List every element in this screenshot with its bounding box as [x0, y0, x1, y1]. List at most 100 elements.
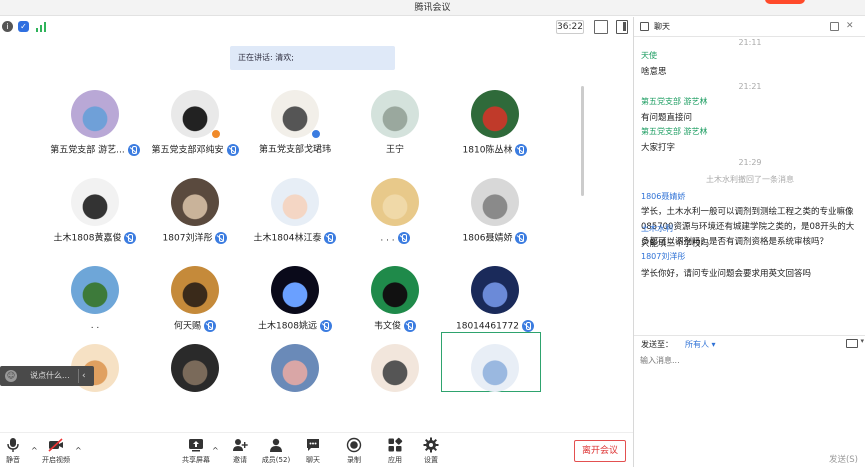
chat-messages[interactable]: 21:11 天使 啥意思 21:21 第五党支部 游艺林 有问题直接问 第五党支部 游艺林大… — [634, 37, 865, 337]
system-message: 土木水利撤回了一条消息 — [706, 175, 794, 184]
participant-name: 1810陈丛林 — [462, 145, 513, 156]
participant-avatar — [171, 178, 219, 226]
participant-avatar — [371, 178, 419, 226]
participant-tile[interactable] — [345, 338, 445, 418]
say-something-box[interactable]: ☺ 说点什么... ‹ — [0, 366, 94, 386]
participant-avatar — [371, 90, 419, 138]
message-timestamp: 21:21 — [738, 82, 762, 91]
start-video-button[interactable]: 开启视频 — [36, 437, 76, 467]
meeting-window: 腾讯会议 i ✓ 36:22 正在讲话: 清欢; 第五党支部 游艺... 第五党支… — [0, 0, 865, 467]
participant-tile[interactable]: 何天赐 — [145, 260, 245, 340]
message-sender: 1807刘洋彤 — [641, 252, 686, 261]
share-screen-button[interactable]: 共享屏幕 — [176, 437, 216, 467]
message-text: 学长你好，请问专业问题会要求用英文回答吗 — [641, 269, 812, 279]
participant-tile[interactable]: 土木1808姚远 — [245, 260, 345, 340]
message-timestamp: 21:11 — [738, 38, 762, 47]
participant-name: 土木1804林江泰 — [253, 233, 322, 244]
participant-grid: 第五党支部 游艺... 第五党支部邓纯安 第五党支部戈珺玮 王宁 1810陈丛林土木18… — [40, 84, 585, 392]
participant-name: 土木1808姚远 — [258, 321, 317, 332]
participant-tile[interactable]: 1807刘洋彤 — [145, 172, 245, 252]
participant-name: 第五党支部 游艺... — [50, 145, 125, 156]
leave-meeting-button[interactable]: 离开会议 — [574, 440, 626, 462]
participant-avatar — [471, 178, 519, 226]
folder-icon[interactable] — [846, 339, 858, 348]
mic-muted-icon — [215, 232, 228, 244]
layout-toggle-icon[interactable] — [616, 20, 628, 34]
fullscreen-icon[interactable] — [594, 20, 608, 34]
folder-options-caret[interactable]: ▾ — [860, 337, 864, 345]
participant-avatar — [71, 266, 119, 314]
mic-muted-icon — [404, 320, 416, 332]
speaking-banner: 正在讲话: 清欢; — [230, 46, 395, 70]
participant-tile[interactable] — [245, 338, 345, 418]
participant-tile[interactable] — [441, 332, 545, 418]
participant-avatar — [71, 178, 119, 226]
popout-icon[interactable] — [830, 22, 839, 31]
participant-name: . . — [90, 321, 100, 331]
chat-button[interactable]: 聊天 — [293, 437, 333, 467]
microphone-icon — [5, 437, 21, 453]
record-button[interactable]: 录制 — [334, 437, 374, 467]
mute-button[interactable]: 静音 — [0, 437, 33, 467]
participant-tile[interactable]: 第五党支部邓纯安 — [145, 84, 245, 164]
message-text: 大家打字 — [641, 143, 676, 153]
apps-button[interactable]: 应用 — [375, 437, 415, 467]
emoji-icon[interactable]: ☺ — [5, 370, 17, 382]
participant-avatar — [471, 266, 519, 314]
participant-tile[interactable]: 18014461772 — [445, 260, 545, 340]
divider — [78, 369, 79, 383]
participant-name-row: 1806聂婧娇 — [435, 232, 555, 245]
participant-tile[interactable]: 韦文俊 — [345, 260, 445, 340]
status-bar: i ✓ 36:22 — [0, 17, 633, 37]
participant-avatar — [471, 90, 519, 138]
record-label: 录制 — [347, 456, 361, 464]
participant-name: 土木1808黄嘉俊 — [53, 233, 122, 244]
participant-tile[interactable]: . . — [45, 260, 145, 340]
participant-tile[interactable] — [145, 338, 245, 418]
participant-tile[interactable]: 第五党支部 游艺... — [45, 84, 145, 164]
send-to-select[interactable]: 所有人 ▾ — [685, 340, 716, 349]
chat-panel: 聊天 ✕ 21:11 天使 啥意思 21:21 第五党支部 游艺林 有问题直接问 第五党支部… — [633, 17, 865, 467]
participant-tile[interactable]: 1810陈丛林 — [445, 84, 545, 164]
invite-button[interactable]: 邀请 — [220, 437, 260, 467]
info-icon[interactable]: i — [2, 21, 13, 32]
apps-icon — [387, 437, 403, 453]
window-title: 腾讯会议 — [414, 3, 451, 13]
mic-muted-icon — [522, 320, 534, 332]
participant-avatar — [271, 344, 319, 392]
close-icon[interactable]: ✕ — [846, 22, 855, 31]
participant-name: 18014461772 — [456, 321, 519, 332]
participant-name: 1807刘洋彤 — [162, 233, 213, 244]
mic-muted-icon — [397, 232, 410, 244]
participant-name: 王宁 — [385, 145, 404, 155]
participant-tile[interactable]: 1806聂婧娇 — [445, 172, 545, 252]
members-button[interactable]: 成员(52) — [256, 437, 296, 467]
chat-compose: 发送至： 所有人 ▾ ▾ 发送(S) — [634, 335, 865, 467]
message-text: 只能填三个学校吗 — [641, 239, 710, 249]
mic-muted-icon — [204, 320, 216, 332]
settings-button[interactable]: 设置 — [411, 437, 451, 467]
collapse-icon[interactable]: ‹ — [82, 366, 86, 386]
signal-icon[interactable] — [36, 22, 48, 32]
send-to-value: 所有人 — [685, 340, 709, 349]
participant-tile[interactable]: 土木1808黄嘉俊 — [45, 172, 145, 252]
share-options-caret[interactable]: ^ — [212, 446, 219, 455]
participant-tile[interactable]: 第五党支部戈珺玮 — [245, 84, 345, 164]
chat-input[interactable] — [640, 354, 860, 366]
video-options-caret[interactable]: ^ — [75, 446, 82, 455]
participant-tile[interactable]: 土木1804林江泰 — [245, 172, 345, 252]
grid-scrollbar[interactable] — [581, 86, 584, 196]
participant-name: . . . — [380, 233, 395, 244]
send-button[interactable]: 发送(S) — [829, 453, 858, 465]
participant-name: 韦文俊 — [373, 321, 401, 332]
shield-icon[interactable]: ✓ — [18, 21, 29, 32]
share-screen-icon — [188, 437, 204, 453]
participant-avatar — [171, 344, 219, 392]
participant-tile[interactable]: 王宁 — [345, 84, 445, 164]
share-screen-label: 共享屏幕 — [182, 456, 210, 464]
participant-name-row: 18014461772 — [435, 320, 555, 333]
mute-label: 静音 — [6, 456, 20, 464]
participant-tile[interactable]: . . . — [345, 172, 445, 252]
mic-muted-icon — [319, 320, 332, 332]
message-sender: 第五党支部 游艺林 — [641, 127, 708, 136]
